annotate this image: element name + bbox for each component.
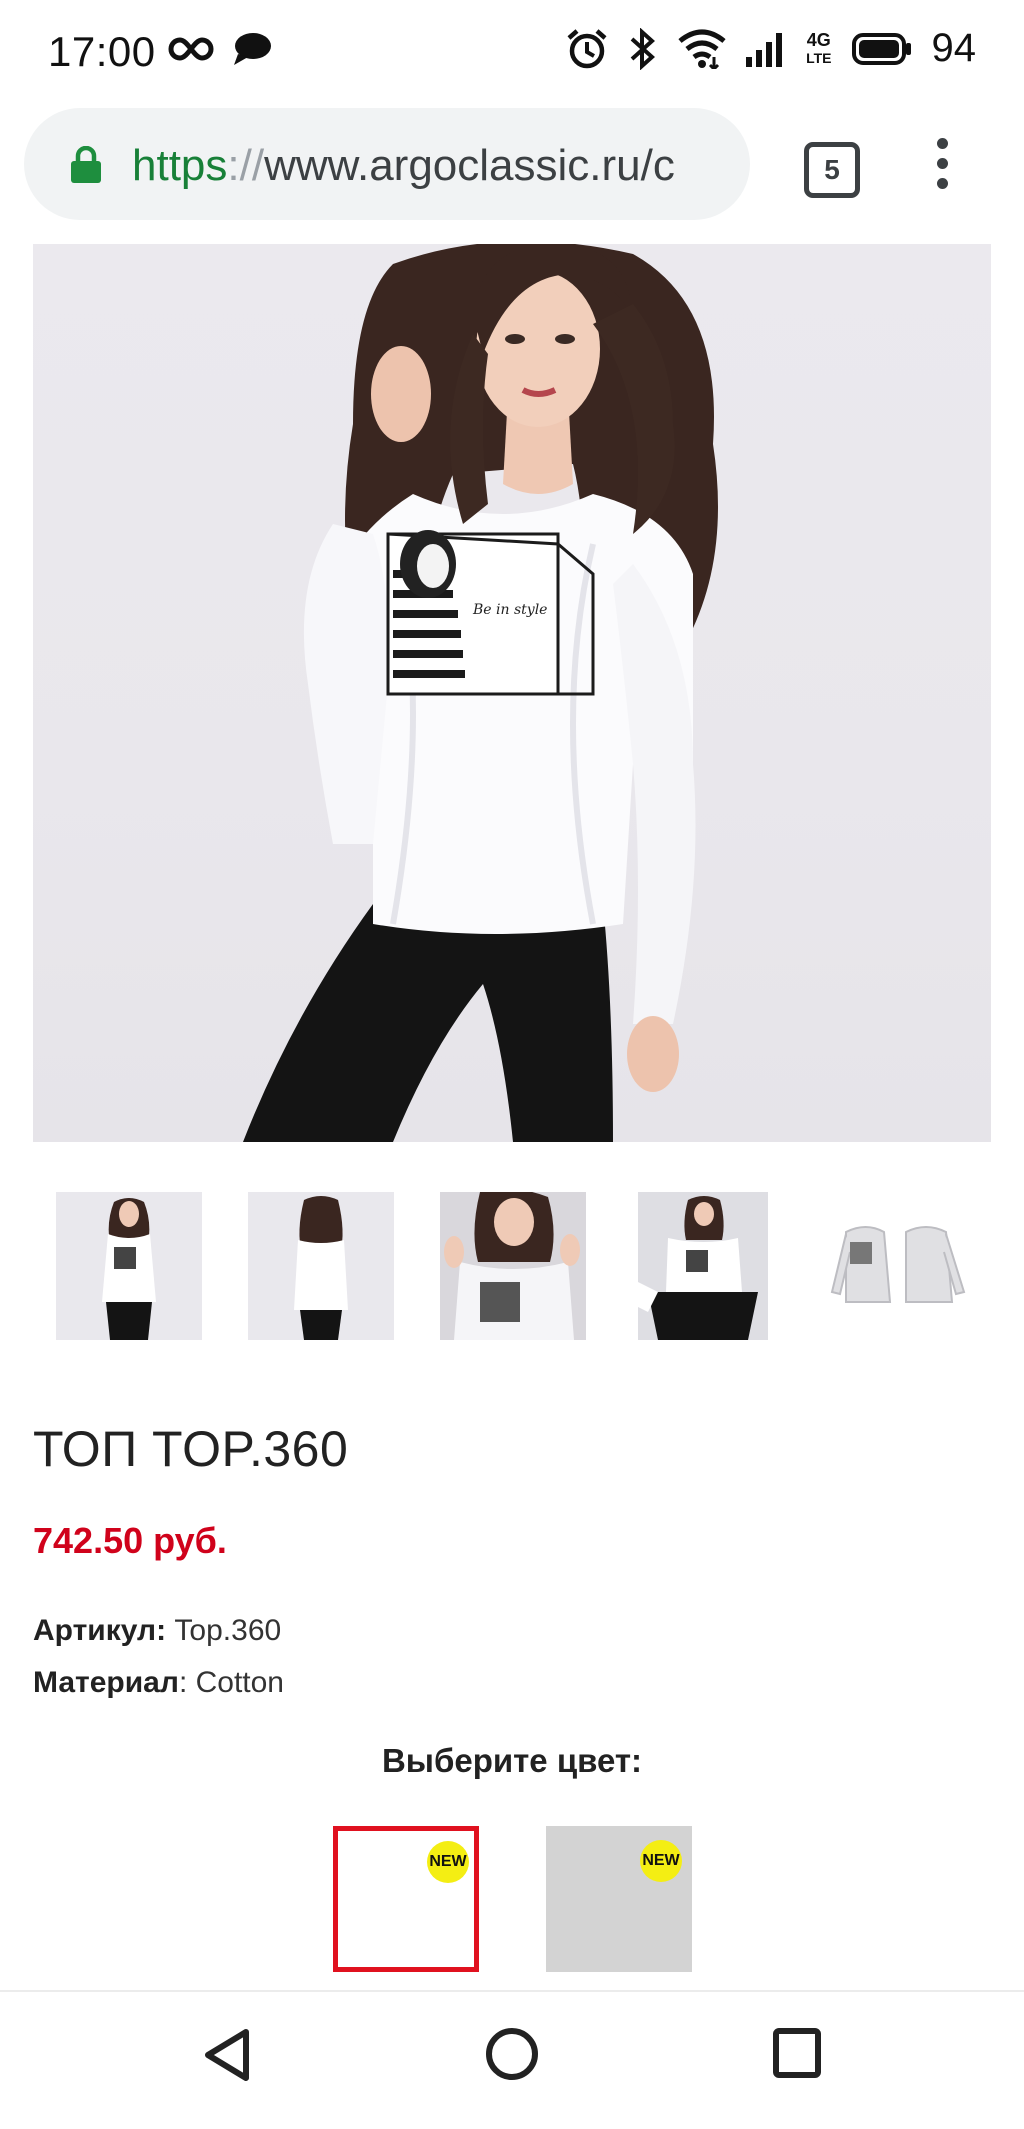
- system-nav-bar: [0, 1990, 1024, 2129]
- product-main-image[interactable]: Be in style: [33, 244, 991, 1142]
- thumb-seated-image: [638, 1196, 758, 1340]
- 4g-lte-icon: 4G LTE: [806, 31, 831, 67]
- browser-toolbar: https://www.argoclassic.ru/c 5: [0, 104, 1024, 244]
- model-illustration: Be in style: [243, 244, 718, 1142]
- address-bar[interactable]: https://www.argoclassic.ru/c: [24, 108, 750, 220]
- infinity-icon: [168, 37, 214, 61]
- thumb-front-image: [102, 1198, 156, 1340]
- print-caption: Be in style: [472, 602, 547, 618]
- clock: 17:00: [48, 28, 156, 75]
- article-row: Артикул: Top.360: [33, 1614, 281, 1648]
- article-label: Артикул:: [33, 1614, 167, 1647]
- thumbnail-strip: [0, 1192, 1024, 1340]
- lock-icon: [71, 146, 101, 183]
- url-scheme: https: [132, 141, 228, 190]
- menu-dot-icon: [936, 158, 948, 169]
- article-value: Top.360: [166, 1614, 282, 1647]
- thumb-flatlay-image: [830, 1226, 966, 1303]
- url-text[interactable]: https://www.argoclassic.ru/c: [132, 138, 742, 194]
- alarm-icon: [567, 28, 607, 68]
- material-row: Материал: Cotton: [33, 1666, 284, 1700]
- thumb-back-image: [294, 1196, 348, 1340]
- recents-icon[interactable]: [772, 2026, 822, 2080]
- overflow-menu-button[interactable]: [930, 138, 954, 198]
- material-label: Материал: [33, 1666, 179, 1699]
- signal-icon: [746, 32, 783, 67]
- back-icon[interactable]: [202, 2026, 252, 2084]
- url-separator: ://: [227, 141, 265, 190]
- color-swatch-white[interactable]: NEW: [333, 1826, 479, 1972]
- menu-dot-icon: [936, 178, 948, 189]
- thumbnail-seated[interactable]: [638, 1192, 768, 1340]
- tab-count: 5: [824, 154, 840, 185]
- tab-switcher-button[interactable]: 5: [804, 142, 860, 198]
- network-type-top: 4G: [806, 29, 831, 50]
- home-icon[interactable]: [484, 2026, 540, 2082]
- product-price: 742.50 руб.: [33, 1520, 227, 1561]
- thumbnail-front[interactable]: [56, 1192, 202, 1340]
- thumbnail-back[interactable]: [248, 1192, 394, 1340]
- url-host: www.argoclassic.ru/c: [264, 141, 675, 190]
- color-swatch-grey[interactable]: NEW: [546, 1826, 692, 1972]
- color-select-heading: Выберите цвет:: [381, 1742, 643, 1779]
- battery-level: 94: [931, 26, 977, 70]
- notification-icons: [168, 32, 272, 66]
- network-type-bottom: LTE: [806, 49, 832, 66]
- product-title: ТОП TOP.360: [33, 1421, 349, 1477]
- thumbnail-flat-lay[interactable]: [826, 1192, 976, 1340]
- wifi-icon: [678, 29, 726, 69]
- thumb-closeup-image: [444, 1192, 580, 1340]
- material-value: : Cotton: [178, 1666, 284, 1699]
- bluetooth-icon: [630, 27, 656, 70]
- new-badge: NEW: [427, 1841, 469, 1883]
- new-badge: NEW: [640, 1840, 682, 1882]
- menu-dot-icon: [936, 138, 948, 149]
- thumbnail-closeup[interactable]: [440, 1192, 586, 1340]
- battery-icon: [851, 32, 911, 65]
- status-bar: 17:00 4G LTE 94: [0, 0, 1024, 104]
- chat-bubble-icon: [234, 33, 271, 65]
- system-icons: 4G LTE 94: [566, 26, 976, 71]
